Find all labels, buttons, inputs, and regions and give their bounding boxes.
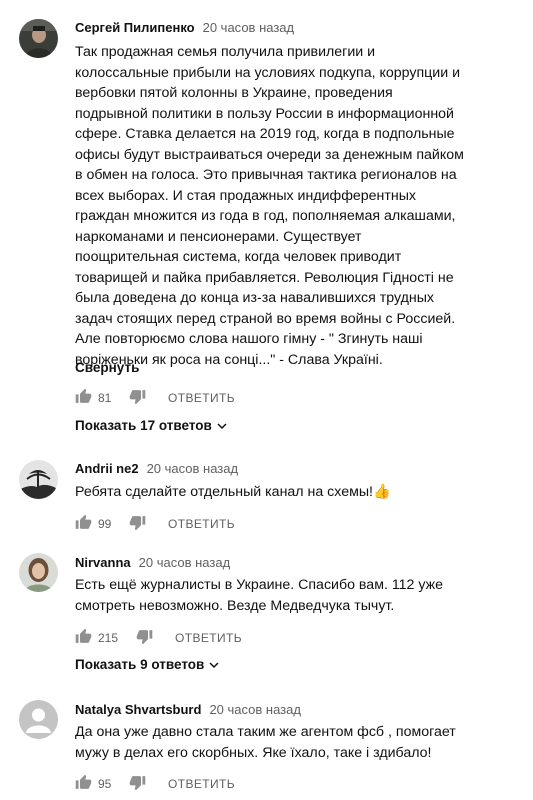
timestamp[interactable]: 20 часов назад	[209, 702, 301, 717]
comment-header: Natalya Shvartsburd 20 часов назад	[75, 702, 301, 717]
thumb-up-icon[interactable]	[75, 388, 92, 408]
comment-line: подрывной политики в пользу России в инф…	[75, 105, 454, 122]
comment-line: товарищей и пайка прибавляется. Революци…	[75, 269, 454, 286]
thumb-down-icon[interactable]	[136, 628, 153, 648]
comment-line: наркоманами и пенсионерами. Существует	[75, 228, 362, 245]
comment-line: офисы будут выстраиваться очереди за ден…	[75, 146, 464, 163]
comment-actions: 215 ОТВЕТИТЬ	[75, 628, 275, 648]
comment-header: Nirvanna 20 часов назад	[75, 555, 230, 570]
comment-line: задач стоящих перед страной во время вой…	[75, 310, 456, 327]
comment-actions: 81 ОТВЕТИТЬ	[75, 388, 275, 408]
reply-button[interactable]: ОТВЕТИТЬ	[175, 631, 242, 645]
like-count: 99	[98, 517, 112, 531]
comment-line: была доведена до конца из-за навалившихс…	[75, 290, 434, 306]
comment-line: всех выборах. И стая продажных индиффере…	[75, 187, 416, 204]
comment-line: Так продажная семья получила привилегии …	[75, 44, 376, 60]
thumb-down-icon[interactable]	[129, 388, 146, 408]
comment-line: в обмен на голоса. Это привычная тактика…	[75, 167, 457, 183]
comment-line: сфере. Ставка делается на 2019 год, когд…	[75, 126, 455, 142]
thumb-up-icon[interactable]	[75, 774, 92, 794]
author-name[interactable]: Andrii ne2	[75, 461, 139, 476]
avatar[interactable]	[19, 460, 58, 499]
comment-line: мужу в делах его скорбных. Яке їхало, та…	[75, 744, 432, 761]
like-count: 215	[98, 631, 119, 645]
comment-text: Да она уже давно стала таким же агентом …	[75, 722, 475, 763]
show-replies-button[interactable]: Показать 9 ответов	[75, 657, 220, 672]
like-count: 81	[98, 391, 112, 405]
comment-line: Але повторюємо слова нашого гімну - " Зг…	[75, 331, 423, 347]
reply-button[interactable]: ОТВЕТИТЬ	[168, 391, 235, 405]
show-replies-button[interactable]: Показать 17 ответов	[75, 418, 228, 433]
like-count: 95	[98, 777, 112, 791]
comment-line: Да она уже давно стала таким же агентом …	[75, 724, 456, 740]
chevron-down-icon	[217, 423, 227, 430]
author-name[interactable]: Сергей Пилипенко	[75, 20, 195, 35]
comment-header: Andrii ne2 20 часов назад	[75, 461, 238, 476]
comment-text: Есть ещё журналисты в Украине. Спасибо в…	[75, 575, 475, 616]
comment-actions: 95 ОТВЕТИТЬ	[75, 774, 275, 794]
reply-button[interactable]: ОТВЕТИТЬ	[168, 777, 235, 791]
reply-button[interactable]: ОТВЕТИТЬ	[168, 517, 235, 531]
comment-line: Ребята сделайте отдельный канал на схемы…	[75, 484, 391, 500]
comment-line: смотреть невозможно. Везде Медведчука ты…	[75, 597, 395, 614]
thumb-down-icon[interactable]	[129, 774, 146, 794]
comment-line: колоссальные прибыли на условиях подкупа…	[75, 64, 461, 81]
thumb-up-icon[interactable]	[75, 628, 92, 648]
comment-line: Есть ещё журналисты в Украине. Спасибо в…	[75, 577, 444, 593]
comment-line: граждан множится из года в год, пополняе…	[75, 208, 456, 224]
collapse-button[interactable]: Свернуть	[75, 360, 139, 375]
author-name[interactable]: Natalya Shvartsburd	[75, 702, 201, 717]
chevron-down-icon	[209, 662, 219, 669]
comment-text: Так продажная семья получила привилегии …	[75, 42, 475, 370]
timestamp[interactable]: 20 часов назад	[203, 20, 295, 35]
author-name[interactable]: Nirvanna	[75, 555, 131, 570]
avatar[interactable]	[19, 19, 58, 58]
show-replies-label: Показать 9 ответов	[75, 657, 205, 672]
timestamp[interactable]: 20 часов назад	[139, 555, 231, 570]
comment-text: Ребята сделайте отдельный канал на схемы…	[75, 482, 475, 503]
comment-header: Сергей Пилипенко 20 часов назад	[75, 20, 294, 35]
thumb-up-icon[interactable]	[75, 514, 92, 534]
comment-actions: 99 ОТВЕТИТЬ	[75, 514, 275, 534]
avatar[interactable]	[19, 553, 58, 592]
comment-line: вербовки пятой колонны в Украине, провед…	[75, 85, 393, 101]
comment-line: поощрительная система, когда человек при…	[75, 249, 402, 265]
timestamp[interactable]: 20 часов назад	[147, 461, 239, 476]
show-replies-label: Показать 17 ответов	[75, 418, 212, 433]
thumb-down-icon[interactable]	[129, 514, 146, 534]
avatar[interactable]	[19, 700, 58, 739]
